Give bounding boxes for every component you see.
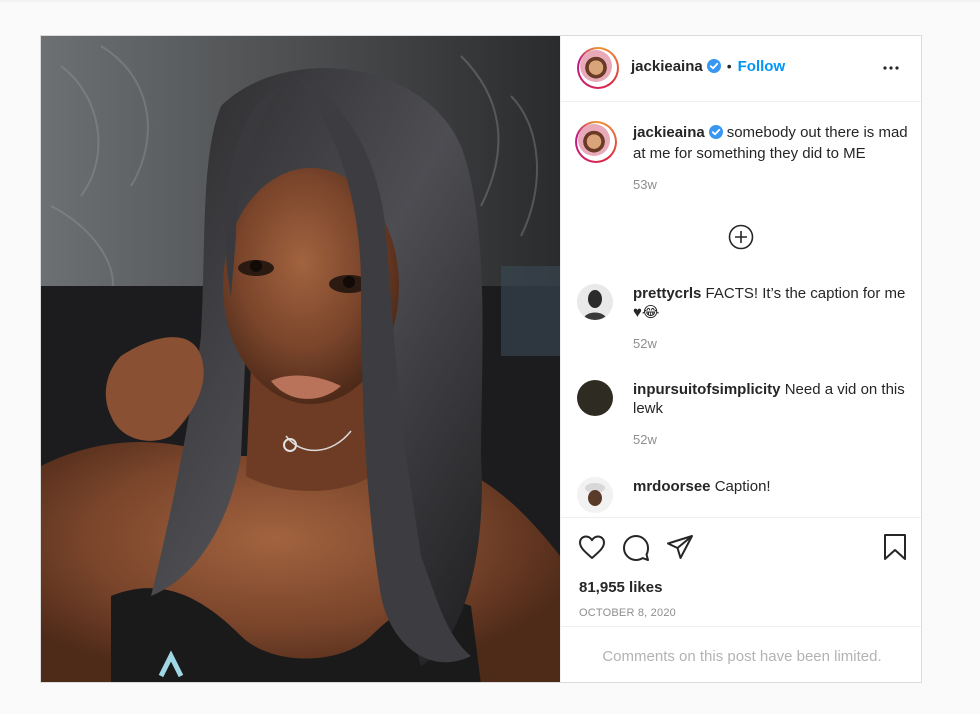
- separator-dot: •: [726, 58, 732, 74]
- comment-avatar[interactable]: [577, 284, 613, 320]
- share-icon[interactable]: [666, 534, 694, 565]
- heart-icon[interactable]: [578, 534, 606, 565]
- post-card: jackieaina • Follow jackieaina somebody out…: [40, 35, 922, 683]
- comment-text: Caption!: [714, 478, 771, 495]
- post-photo[interactable]: [41, 36, 560, 682]
- caption-avatar[interactable]: [575, 121, 617, 163]
- comment-username[interactable]: mrdoorsee: [633, 478, 711, 495]
- comment-username[interactable]: inpursuitofsimplicity: [633, 381, 781, 398]
- comment-text-block: mrdoorsee Caption!: [633, 477, 913, 496]
- caption-username[interactable]: jackieaina: [633, 124, 705, 141]
- comment-username[interactable]: prettycrls: [633, 285, 701, 302]
- author-avatar[interactable]: [577, 47, 619, 89]
- follow-button[interactable]: Follow: [738, 58, 786, 75]
- post-date[interactable]: OCTOBER 8, 2020: [579, 607, 676, 619]
- comment-avatar[interactable]: [577, 380, 613, 416]
- author-line: jackieaina • Follow: [631, 58, 785, 78]
- post-actions: 81,955 likes OCTOBER 8, 2020: [561, 517, 921, 627]
- comment-avatar[interactable]: [577, 477, 613, 513]
- caption-text-block: jackieaina somebody out there is mad at m…: [633, 123, 913, 192]
- load-more-comments-icon[interactable]: [728, 224, 754, 250]
- verified-icon: [706, 59, 721, 78]
- post-photo-illustration: [41, 36, 560, 682]
- post-side-panel: jackieaina • Follow jackieaina somebody out…: [560, 36, 921, 682]
- comment-time[interactable]: 52w: [633, 336, 913, 351]
- page-top-border: [0, 0, 980, 2]
- bookmark-icon[interactable]: [882, 533, 908, 566]
- comment-text-block: inpursuitofsimplicity Need a vid on this…: [633, 380, 913, 447]
- author-username[interactable]: jackieaina: [631, 58, 703, 75]
- post-header: jackieaina • Follow: [561, 36, 921, 102]
- comment-icon[interactable]: [622, 534, 650, 567]
- comment-text-block: prettycrls FACTS! It’s the caption for m…: [633, 284, 913, 351]
- more-options-icon[interactable]: [879, 56, 903, 80]
- comment-time[interactable]: 52w: [633, 432, 913, 447]
- caption-time[interactable]: 53w: [633, 177, 913, 192]
- verified-icon: [708, 125, 723, 144]
- like-count[interactable]: 81,955 likes: [579, 579, 662, 596]
- comments-limited-text: Comments on this post have been limited.: [602, 647, 882, 665]
- comments-limited-notice: Comments on this post have been limited.: [561, 626, 921, 682]
